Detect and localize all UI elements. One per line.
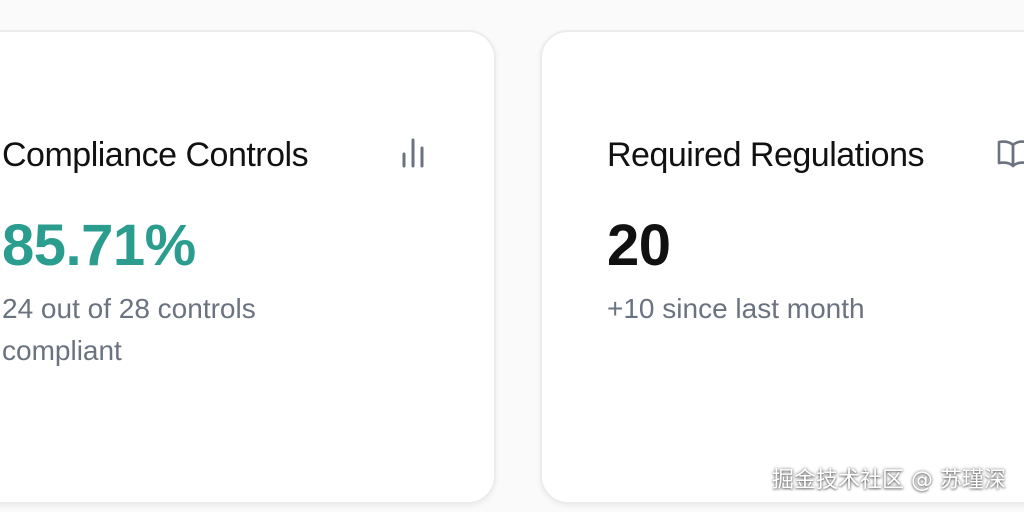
regulations-change: +10 since last month: [607, 293, 865, 324]
watermark: 掘金技术社区 @ 苏瑾深: [772, 468, 1006, 493]
compliance-detail: 24 out of 28 controls compliant: [2, 293, 256, 366]
card-title: Required Regulations: [607, 136, 924, 174]
bar-chart-icon: [396, 136, 430, 170]
regulations-count: 20: [607, 213, 671, 278]
compliance-controls-card: Compliance Controls 85.71% 24 out of 28 …: [0, 30, 496, 504]
dashboard-stage: Compliance Controls 85.71% 24 out of 28 …: [0, 0, 1024, 512]
book-open-icon: [996, 136, 1024, 170]
compliance-percentage: 85.71%: [2, 213, 196, 278]
card-title: Compliance Controls: [2, 136, 309, 174]
required-regulations-card: Required Regulations 20 +10 since last m…: [540, 30, 1024, 504]
